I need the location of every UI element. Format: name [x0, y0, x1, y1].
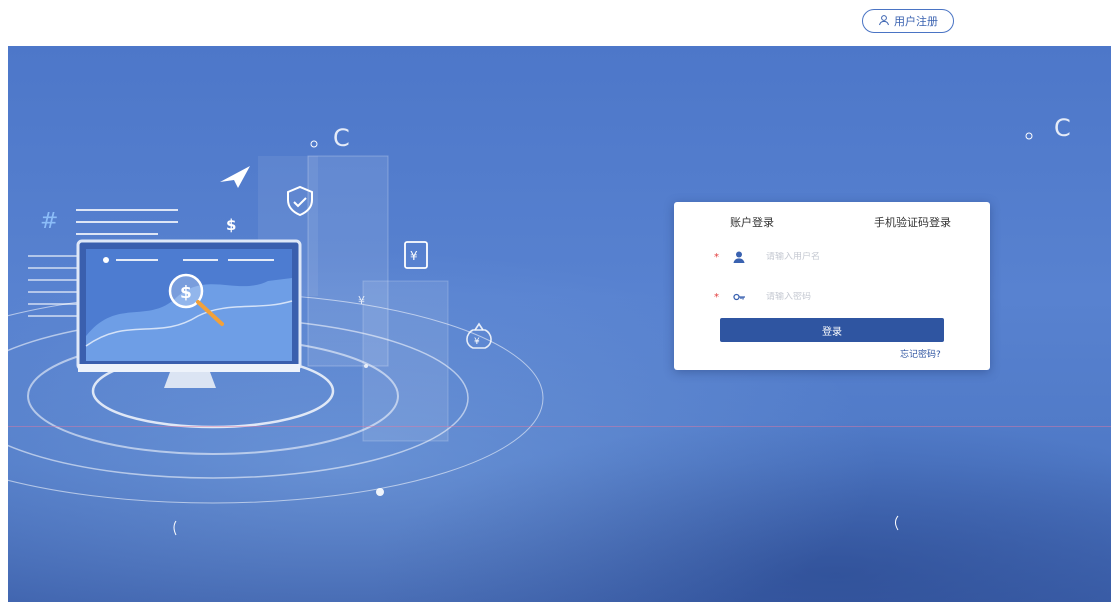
required-mark: * [714, 251, 719, 263]
tab-account-login[interactable]: 账户登录 [730, 214, 774, 230]
svg-text:¥: ¥ [474, 337, 480, 347]
paper-plane-icon [220, 166, 250, 188]
page: 用户注册 # $ ¥ ¥ ¥ $ C C 账户登录 手机验证码登录 * 请输入用… [0, 0, 1115, 605]
password-row: * [714, 286, 954, 308]
user-icon [732, 250, 746, 264]
password-input[interactable] [766, 292, 936, 302]
login-button[interactable]: 登录 [720, 318, 944, 342]
forgot-password-link[interactable]: 忘记密码? [900, 347, 941, 360]
svg-text:$: $ [180, 283, 192, 303]
register-button[interactable]: 用户注册 [862, 9, 954, 33]
svg-text:¥: ¥ [410, 249, 418, 263]
document-yen-icon: ¥ [404, 241, 428, 269]
username-row: * [714, 246, 954, 268]
top-bar: 用户注册 [0, 0, 1115, 46]
divider-line [8, 426, 1111, 427]
user-icon [878, 14, 890, 29]
required-mark: * [714, 291, 719, 303]
hero-banner: # $ ¥ ¥ ¥ $ C C 账户登录 手机验证码登录 * 请输入用户名 * … [8, 46, 1111, 602]
svg-text:C: C [333, 124, 350, 152]
hash-symbol: # [40, 209, 58, 234]
login-card: 账户登录 手机验证码登录 * * 登录 忘记密码? [674, 202, 990, 370]
register-label: 用户注册 [894, 15, 938, 28]
monitor-icon: $ [76, 239, 302, 388]
tab-sms-login[interactable]: 手机验证码登录 [874, 214, 951, 230]
svg-text:C: C [1054, 114, 1071, 142]
dollar-symbol: $ [226, 216, 236, 234]
key-icon [732, 290, 746, 304]
username-input[interactable] [766, 252, 936, 262]
svg-text:¥: ¥ [358, 294, 365, 307]
